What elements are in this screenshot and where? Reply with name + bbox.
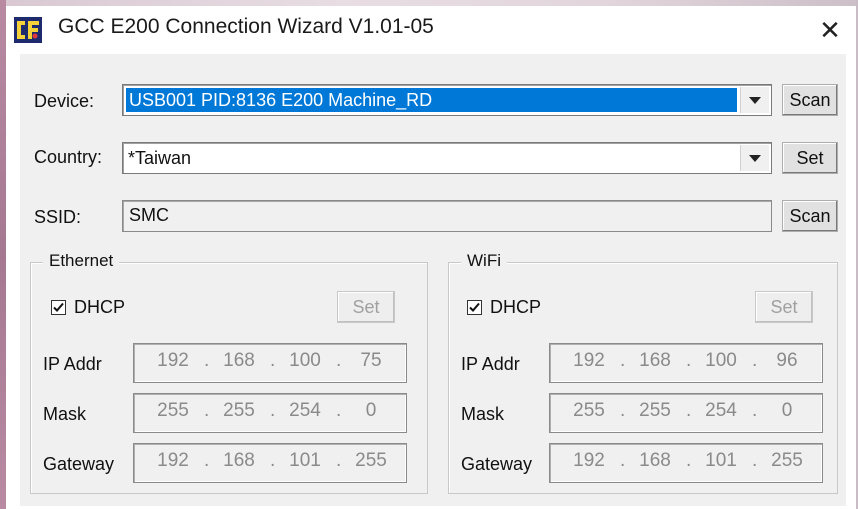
wifi-mask-octet-1: 255: [573, 400, 605, 421]
ethernet-dhcp-checkbox[interactable]: DHCP: [51, 297, 125, 318]
device-select[interactable]: USB001 PID:8136 E200 Machine_RD: [122, 84, 772, 116]
country-select-value: *Taiwan: [128, 148, 192, 168]
wifi-gateway-field[interactable]: 192 . 168 . 101 . 255: [549, 443, 823, 483]
wifi-group: WiFi DHCP Set IP Addr 192 . 168 . 100 . …: [448, 251, 838, 494]
ethernet-ip-field[interactable]: 192 . 168 . 100 . 75: [133, 343, 407, 383]
wifi-gateway-label: Gateway: [461, 454, 533, 474]
ip-separator: .: [752, 400, 758, 421]
ip-separator: .: [204, 400, 210, 421]
ethernet-dhcp-label: DHCP: [74, 297, 126, 317]
ip-separator: .: [270, 350, 276, 371]
wifi-ip-octet-2: 168: [639, 350, 671, 371]
ip-separator: .: [270, 400, 276, 421]
ip-separator: .: [620, 400, 626, 421]
wifi-ip-octet-3: 100: [705, 350, 737, 371]
wifi-mask-octet-2: 255: [639, 400, 671, 421]
dialog-client-area: Device: USB001 PID:8136 E200 Machine_RD …: [20, 54, 846, 506]
wifi-ip-field[interactable]: 192 . 168 . 100 . 96: [549, 343, 823, 383]
wifi-dhcp-label: DHCP: [490, 297, 542, 317]
window-title: GCC E200 Connection Wizard V1.01-05: [58, 15, 434, 38]
ssid-scan-button[interactable]: Scan: [782, 200, 838, 232]
wifi-gateway-octet-1: 192: [573, 450, 605, 471]
country-dropdown-button[interactable]: [740, 145, 769, 171]
ethernet-ip-label: IP Addr: [43, 354, 102, 374]
ip-separator: .: [270, 450, 276, 471]
close-icon: ✕: [819, 14, 841, 45]
wifi-mask-field[interactable]: 255 . 255 . 254 . 0: [549, 393, 823, 433]
ethernet-mask-octet-2: 255: [223, 400, 255, 421]
checkmark-icon: [469, 302, 480, 312]
checkmark-icon: [53, 302, 64, 312]
ethernet-gateway-octet-1: 192: [157, 450, 189, 471]
ip-separator: .: [620, 350, 626, 371]
ethernet-gateway-octet-2: 168: [223, 450, 255, 471]
wifi-ip-octet-1: 192: [573, 350, 605, 371]
wifi-group-title: WiFi: [461, 251, 507, 271]
ip-separator: .: [204, 450, 210, 471]
wifi-gateway-octet-4: 255: [771, 450, 803, 471]
checkbox-box: [51, 300, 66, 315]
wifi-set-button[interactable]: Set: [755, 291, 813, 323]
country-select[interactable]: *Taiwan: [122, 142, 772, 174]
ethernet-gateway-octet-4: 255: [355, 450, 387, 471]
ssid-label: SSID:: [34, 207, 82, 227]
ethernet-ip-octet-4: 75: [360, 350, 382, 371]
ethernet-set-button[interactable]: Set: [337, 291, 395, 323]
ip-separator: .: [336, 400, 342, 421]
ethernet-ip-octet-1: 192: [157, 350, 189, 371]
country-label: Country:: [34, 147, 103, 167]
ethernet-mask-label: Mask: [43, 404, 87, 424]
ethernet-mask-octet-4: 0: [365, 400, 377, 421]
close-button[interactable]: ✕: [808, 10, 852, 50]
wifi-ip-label: IP Addr: [461, 354, 520, 374]
ethernet-gateway-field[interactable]: 192 . 168 . 101 . 255: [133, 443, 407, 483]
title-bar[interactable]: GCC E200 Connection Wizard V1.01-05 ✕: [6, 6, 856, 54]
gcc-app-icon: [14, 17, 42, 43]
ip-separator: .: [686, 450, 692, 471]
device-scan-button[interactable]: Scan: [782, 84, 838, 116]
chevron-down-icon: [749, 96, 761, 104]
ip-separator: .: [204, 350, 210, 371]
ip-separator: .: [752, 350, 758, 371]
ip-separator: .: [752, 450, 758, 471]
wifi-mask-label: Mask: [461, 404, 505, 424]
device-dropdown-button[interactable]: [740, 87, 769, 113]
ethernet-group: Ethernet DHCP Set IP Addr 192 . 168 . 10…: [30, 251, 428, 494]
wifi-mask-octet-3: 254: [705, 400, 737, 421]
wifi-dhcp-checkbox[interactable]: DHCP: [467, 297, 541, 318]
ip-separator: .: [686, 350, 692, 371]
country-set-button[interactable]: Set: [782, 142, 838, 174]
chevron-down-icon: [749, 154, 761, 162]
connection-wizard-window: GCC E200 Connection Wizard V1.01-05 ✕ De…: [6, 6, 856, 509]
wifi-gateway-octet-3: 101: [705, 450, 737, 471]
ethernet-mask-octet-3: 254: [289, 400, 321, 421]
checkbox-box: [467, 300, 482, 315]
ethernet-gateway-octet-3: 101: [289, 450, 321, 471]
ethernet-group-title: Ethernet: [43, 251, 120, 271]
device-select-value: USB001 PID:8136 E200 Machine_RD: [126, 88, 737, 112]
ip-separator: .: [336, 450, 342, 471]
wifi-mask-octet-4: 0: [781, 400, 793, 421]
ethernet-ip-octet-2: 168: [223, 350, 255, 371]
ethernet-mask-octet-1: 255: [157, 400, 189, 421]
ip-separator: .: [686, 400, 692, 421]
wifi-gateway-octet-2: 168: [639, 450, 671, 471]
ethernet-gateway-label: Gateway: [43, 454, 115, 474]
ssid-field[interactable]: SMC: [122, 200, 772, 232]
wifi-ip-octet-4: 96: [776, 350, 798, 371]
ethernet-mask-field[interactable]: 255 . 255 . 254 . 0: [133, 393, 407, 433]
ip-separator: .: [336, 350, 342, 371]
device-label: Device:: [34, 91, 95, 111]
ethernet-ip-octet-3: 100: [289, 350, 321, 371]
ip-separator: .: [620, 450, 626, 471]
